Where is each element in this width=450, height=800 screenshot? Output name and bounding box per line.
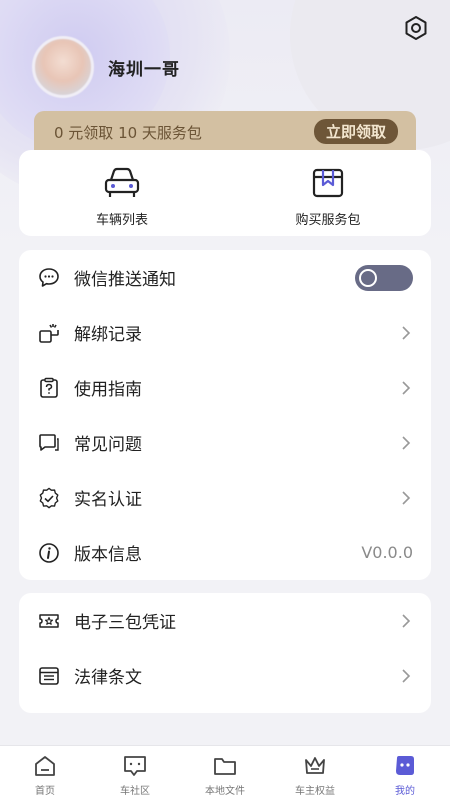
chevron-right-icon [399, 435, 413, 450]
version-value: V0.0.0 [361, 543, 413, 562]
folder-icon [212, 753, 238, 779]
tab-home[interactable]: 首页 [0, 746, 90, 800]
row-label: 微信推送通知 [74, 270, 176, 290]
unbind-icon [37, 321, 61, 345]
quick-label: 车辆列表 [95, 212, 148, 228]
user-guide-row[interactable]: 使用指南 [19, 360, 431, 415]
service-package-icon [308, 163, 348, 203]
tab-community[interactable]: 车社区 [90, 746, 180, 800]
chevron-right-icon [399, 668, 413, 683]
buy-service-package-button[interactable]: 购买服务包 [225, 150, 431, 236]
row-label: 解绑记录 [74, 325, 142, 345]
warranty-icon [37, 609, 61, 633]
quick-label: 购买服务包 [295, 212, 361, 228]
bottom-tab-bar: 首页 车社区 本地文件 车主权益 我的 [0, 745, 450, 800]
tab-label: 我的 [395, 786, 415, 797]
chevron-right-icon [399, 490, 413, 505]
chevron-right-icon [399, 613, 413, 628]
avatar[interactable] [32, 36, 94, 98]
home-icon [32, 753, 58, 779]
tab-owner-benefits[interactable]: 车主权益 [270, 746, 360, 800]
toggle-knob [359, 268, 377, 287]
real-name-verify-row[interactable]: 实名认证 [19, 470, 431, 525]
guide-icon [37, 376, 61, 400]
chat-bubble-icon [37, 266, 61, 290]
settings-icon [405, 16, 427, 40]
version-info-row[interactable]: 版本信息 V0.0.0 [19, 525, 431, 580]
verify-icon [37, 486, 61, 510]
unbind-records-row[interactable]: 解绑记录 [19, 305, 431, 360]
faq-row[interactable]: 常见问题 [19, 415, 431, 470]
quick-actions-card: 车辆列表 购买服务包 [19, 150, 431, 236]
tab-local-files[interactable]: 本地文件 [180, 746, 270, 800]
tab-label: 车主权益 [295, 786, 335, 797]
row-label: 使用指南 [74, 380, 142, 400]
claim-button[interactable]: 立即领取 [313, 119, 398, 144]
info-icon [37, 541, 61, 565]
tab-mine[interactable]: 我的 [360, 746, 450, 800]
wechat-notify-row[interactable]: 微信推送通知 [19, 250, 431, 305]
tab-label: 车社区 [120, 786, 150, 797]
legal-menu-card: 电子三包凭证 法律条文 [19, 593, 431, 713]
e-warranty-row[interactable]: 电子三包凭证 [19, 593, 431, 648]
vehicle-list-button[interactable]: 车辆列表 [19, 150, 225, 236]
legal-terms-row[interactable]: 法律条文 [19, 648, 431, 703]
chevron-right-icon [399, 325, 413, 340]
row-label: 电子三包凭证 [74, 613, 176, 633]
row-label: 常见问题 [74, 435, 142, 455]
chevron-right-icon [399, 380, 413, 395]
crown-icon [302, 753, 328, 779]
profile-icon [392, 753, 418, 779]
tab-label: 首页 [35, 786, 55, 797]
settings-menu-card: 微信推送通知 解绑记录 使用指南 常见问题 实名认证 版本信息 V0.0.0 [19, 250, 431, 580]
settings-button[interactable] [402, 14, 430, 42]
legal-icon [37, 664, 61, 688]
community-icon [122, 753, 148, 779]
wechat-notify-toggle[interactable] [355, 264, 413, 291]
row-label: 法律条文 [74, 668, 142, 688]
promo-text: 0 元领取 10 天服务包 [54, 124, 202, 142]
tab-label: 本地文件 [205, 786, 245, 797]
car-icon [102, 163, 142, 203]
faq-icon [37, 431, 61, 455]
row-label: 实名认证 [74, 490, 142, 510]
profile-header[interactable]: 海圳一哥 [32, 36, 180, 98]
username: 海圳一哥 [108, 59, 180, 79]
row-label: 版本信息 [74, 545, 142, 565]
